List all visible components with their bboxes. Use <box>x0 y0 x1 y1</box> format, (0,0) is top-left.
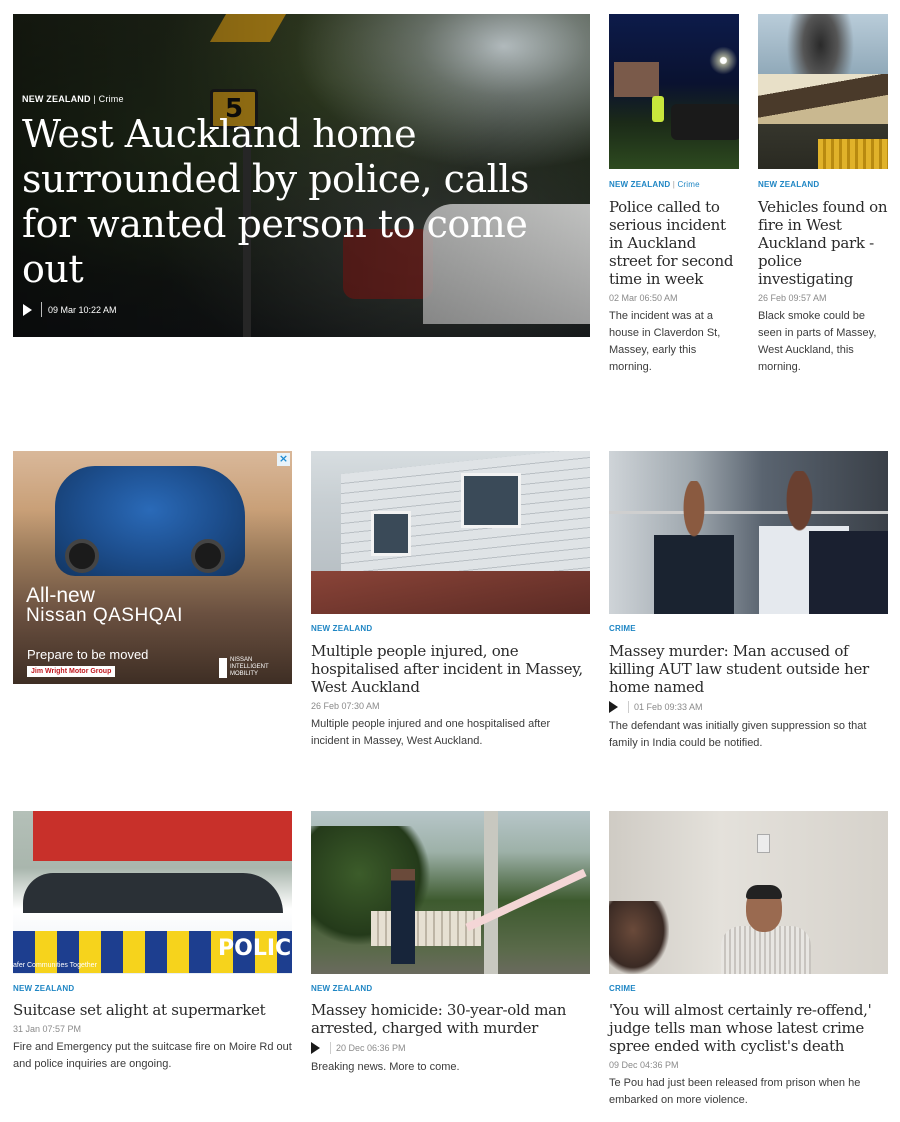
article-category[interactable]: NEW ZEALAND <box>13 984 292 993</box>
article-summary: The incident was at a house in Claverdon… <box>609 310 721 373</box>
officer-shape <box>652 96 664 122</box>
bottom-article-2[interactable]: NEW ZEALAND Massey homicide: 30-year-old… <box>311 811 590 1076</box>
nissan-mark-icon <box>219 657 227 678</box>
hero-meta: 09 Mar 10:22 AM <box>23 302 117 317</box>
middle-article-2[interactable]: CRIME Massey murder: Man accused of kill… <box>609 451 888 752</box>
article-image[interactable]: POLICE afer Communities Together <box>13 811 292 974</box>
roof-shape <box>758 74 888 124</box>
middle-article-1[interactable]: NEW ZEALAND Multiple people injured, one… <box>311 451 590 750</box>
power-pole <box>484 811 498 974</box>
article-headline[interactable]: Massey murder: Man accused of killing AU… <box>609 642 888 696</box>
article-headline[interactable]: Suitcase set alight at supermarket <box>13 1001 292 1019</box>
hero-subcategory[interactable]: Crime <box>99 94 124 104</box>
close-icon[interactable]: × <box>277 453 290 466</box>
article-image[interactable] <box>609 14 739 169</box>
article-category[interactable]: NEW ZEALAND <box>311 624 590 633</box>
car-wheel <box>191 539 225 573</box>
car-windows <box>23 873 283 913</box>
defendant-shape <box>654 481 734 614</box>
article-category[interactable]: CRIME <box>609 624 888 633</box>
article-headline[interactable]: Multiple people injured, one hospitalise… <box>311 642 590 696</box>
article-summary: Breaking news. More to come. <box>311 1061 460 1073</box>
hero-category[interactable]: NEW ZEALAND | Crime <box>22 94 124 104</box>
car-wheel <box>65 539 99 573</box>
advertisement[interactable]: × All-new Nissan QASHQAI Prepare to be m… <box>13 451 292 684</box>
meta-divider <box>41 302 42 317</box>
article-summary: Multiple people injured and one hospital… <box>311 718 551 747</box>
house-shape <box>614 62 659 97</box>
article-summary: Te Pou had just been released from priso… <box>609 1077 861 1106</box>
broken-window <box>461 473 521 528</box>
car-shape <box>671 104 739 140</box>
article-image[interactable] <box>609 451 888 614</box>
fire-truck-shape <box>33 811 292 861</box>
livery-tagline: afer Communities Together <box>13 962 97 969</box>
article-date: 01 Feb 09:33 AM <box>634 702 703 712</box>
article-date: 02 Mar 06:50 AM <box>609 293 678 303</box>
play-icon[interactable] <box>23 303 32 316</box>
article-category[interactable]: CRIME <box>609 984 888 993</box>
article-meta: 20 Dec 06:36 PM <box>311 1042 590 1054</box>
article-category[interactable]: NEW ZEALAND <box>758 180 888 189</box>
article-date: 26 Feb 09:57 AM <box>758 293 827 303</box>
blurred-person <box>609 901 669 974</box>
article-headline[interactable]: Massey homicide: 30-year-old man arreste… <box>311 1001 590 1037</box>
hero-category-label[interactable]: NEW ZEALAND <box>22 94 91 104</box>
police-text: POLICE <box>218 936 292 961</box>
officer-shape <box>391 869 415 964</box>
fence-shape <box>818 139 888 169</box>
fence-shape <box>371 911 481 946</box>
roof-shape <box>311 571 590 614</box>
article-category[interactable]: NEW ZEALAND | Crime <box>609 180 739 189</box>
article-summary: Fire and Emergency put the suitcase fire… <box>13 1041 292 1070</box>
article-image[interactable] <box>609 811 888 974</box>
broken-window <box>371 511 411 556</box>
category-label[interactable]: NEW ZEALAND <box>609 180 670 189</box>
article-category[interactable]: NEW ZEALAND <box>311 984 590 993</box>
ad-title-line2: Nissan QASHQAI <box>26 605 183 626</box>
hero-headline[interactable]: West Auckland home surrounded by police,… <box>22 112 542 292</box>
article-date: 09 Dec 04:36 PM <box>609 1060 679 1070</box>
play-icon[interactable] <box>311 1042 320 1054</box>
subcategory-label[interactable]: Crime <box>677 180 699 189</box>
article-date: 31 Jan 07:57 PM <box>13 1024 82 1034</box>
article-headline[interactable]: 'You will almost certainly re-offend,' j… <box>609 1001 888 1055</box>
bottom-article-3[interactable]: CRIME 'You will almost certainly re-offe… <box>609 811 888 1109</box>
defendant-body <box>721 926 811 974</box>
article-date: 26 Feb 07:30 AM <box>311 701 380 711</box>
side-article-2[interactable]: NEW ZEALAND Vehicles found on fire in We… <box>758 14 888 376</box>
article-date: 20 Dec 06:36 PM <box>336 1043 406 1053</box>
light-switch <box>757 834 770 853</box>
nissan-logo: NISSAN INTELLIGENT MOBILITY <box>219 657 280 678</box>
article-image[interactable] <box>311 811 590 974</box>
play-icon[interactable] <box>609 701 618 713</box>
defendant-hair <box>746 885 782 899</box>
article-image[interactable] <box>311 451 590 614</box>
hero-date: 09 Mar 10:22 AM <box>48 304 117 315</box>
article-summary: The defendant was initially given suppre… <box>609 720 867 749</box>
meta-divider <box>330 1042 331 1054</box>
ad-brand-text: NISSAN INTELLIGENT MOBILITY <box>230 657 269 677</box>
ad-dealer-logo: Jim Wright Motor Group <box>27 666 116 677</box>
article-headline[interactable]: Vehicles found on fire in West Auckland … <box>758 198 888 288</box>
ad-tagline: Prepare to be moved <box>27 647 149 662</box>
article-meta: 01 Feb 09:33 AM <box>609 701 888 713</box>
article-headline[interactable]: Police called to serious incident in Auc… <box>609 198 739 288</box>
hero-article[interactable]: 5 NEW ZEALAND | Crime West Auckland home… <box>13 14 590 337</box>
article-summary: Black smoke could be seen in parts of Ma… <box>758 310 877 373</box>
bottom-article-1[interactable]: POLICE afer Communities Together NEW ZEA… <box>13 811 292 1073</box>
article-image[interactable] <box>758 14 888 169</box>
side-article-1[interactable]: NEW ZEALAND | Crime Police called to ser… <box>609 14 739 376</box>
meta-divider <box>628 701 629 713</box>
vest-shape <box>809 531 888 614</box>
